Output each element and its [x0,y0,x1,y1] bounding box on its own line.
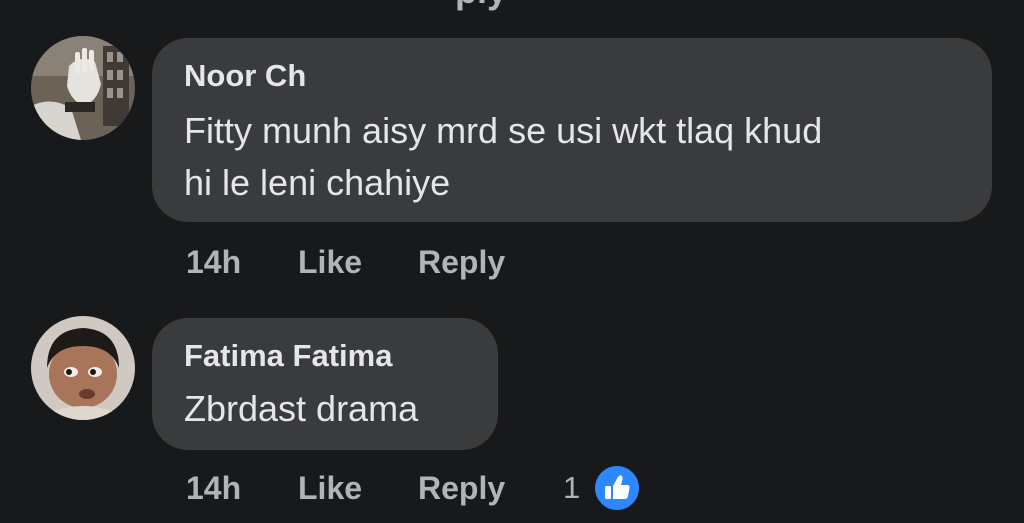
comment-author[interactable]: Noor Ch [184,58,306,94]
like-button[interactable]: Like [298,470,362,507]
reply-button[interactable]: Reply [418,244,505,281]
thumbs-up-glyph [605,475,630,499]
comment-timestamp[interactable]: 14h [186,470,241,507]
avatar-image [31,36,135,140]
avatar-noor-ch[interactable] [31,36,135,140]
comment-author[interactable]: Fatima Fatima [184,338,392,374]
avatar-image [31,316,135,420]
comment-text-line: Fitty munh aisy mrd se usi wkt tlaq khud [184,110,823,151]
comments-thread: ply Noor Ch Fitty munh aisy mrd se usi w… [0,0,1024,523]
comment-timestamp[interactable]: 14h [186,244,241,281]
reaction-count[interactable]: 1 [563,470,580,506]
like-button[interactable]: Like [298,244,362,281]
comment-text-line: hi le leni chahiye [184,162,451,203]
reply-button[interactable]: Reply [418,470,505,507]
thumbs-up-icon[interactable] [592,463,642,513]
avatar-fatima-fatima[interactable] [31,316,135,420]
previous-reply-link-partial[interactable]: ply [455,0,507,12]
comment-text-line: Zbrdast drama [184,388,419,429]
